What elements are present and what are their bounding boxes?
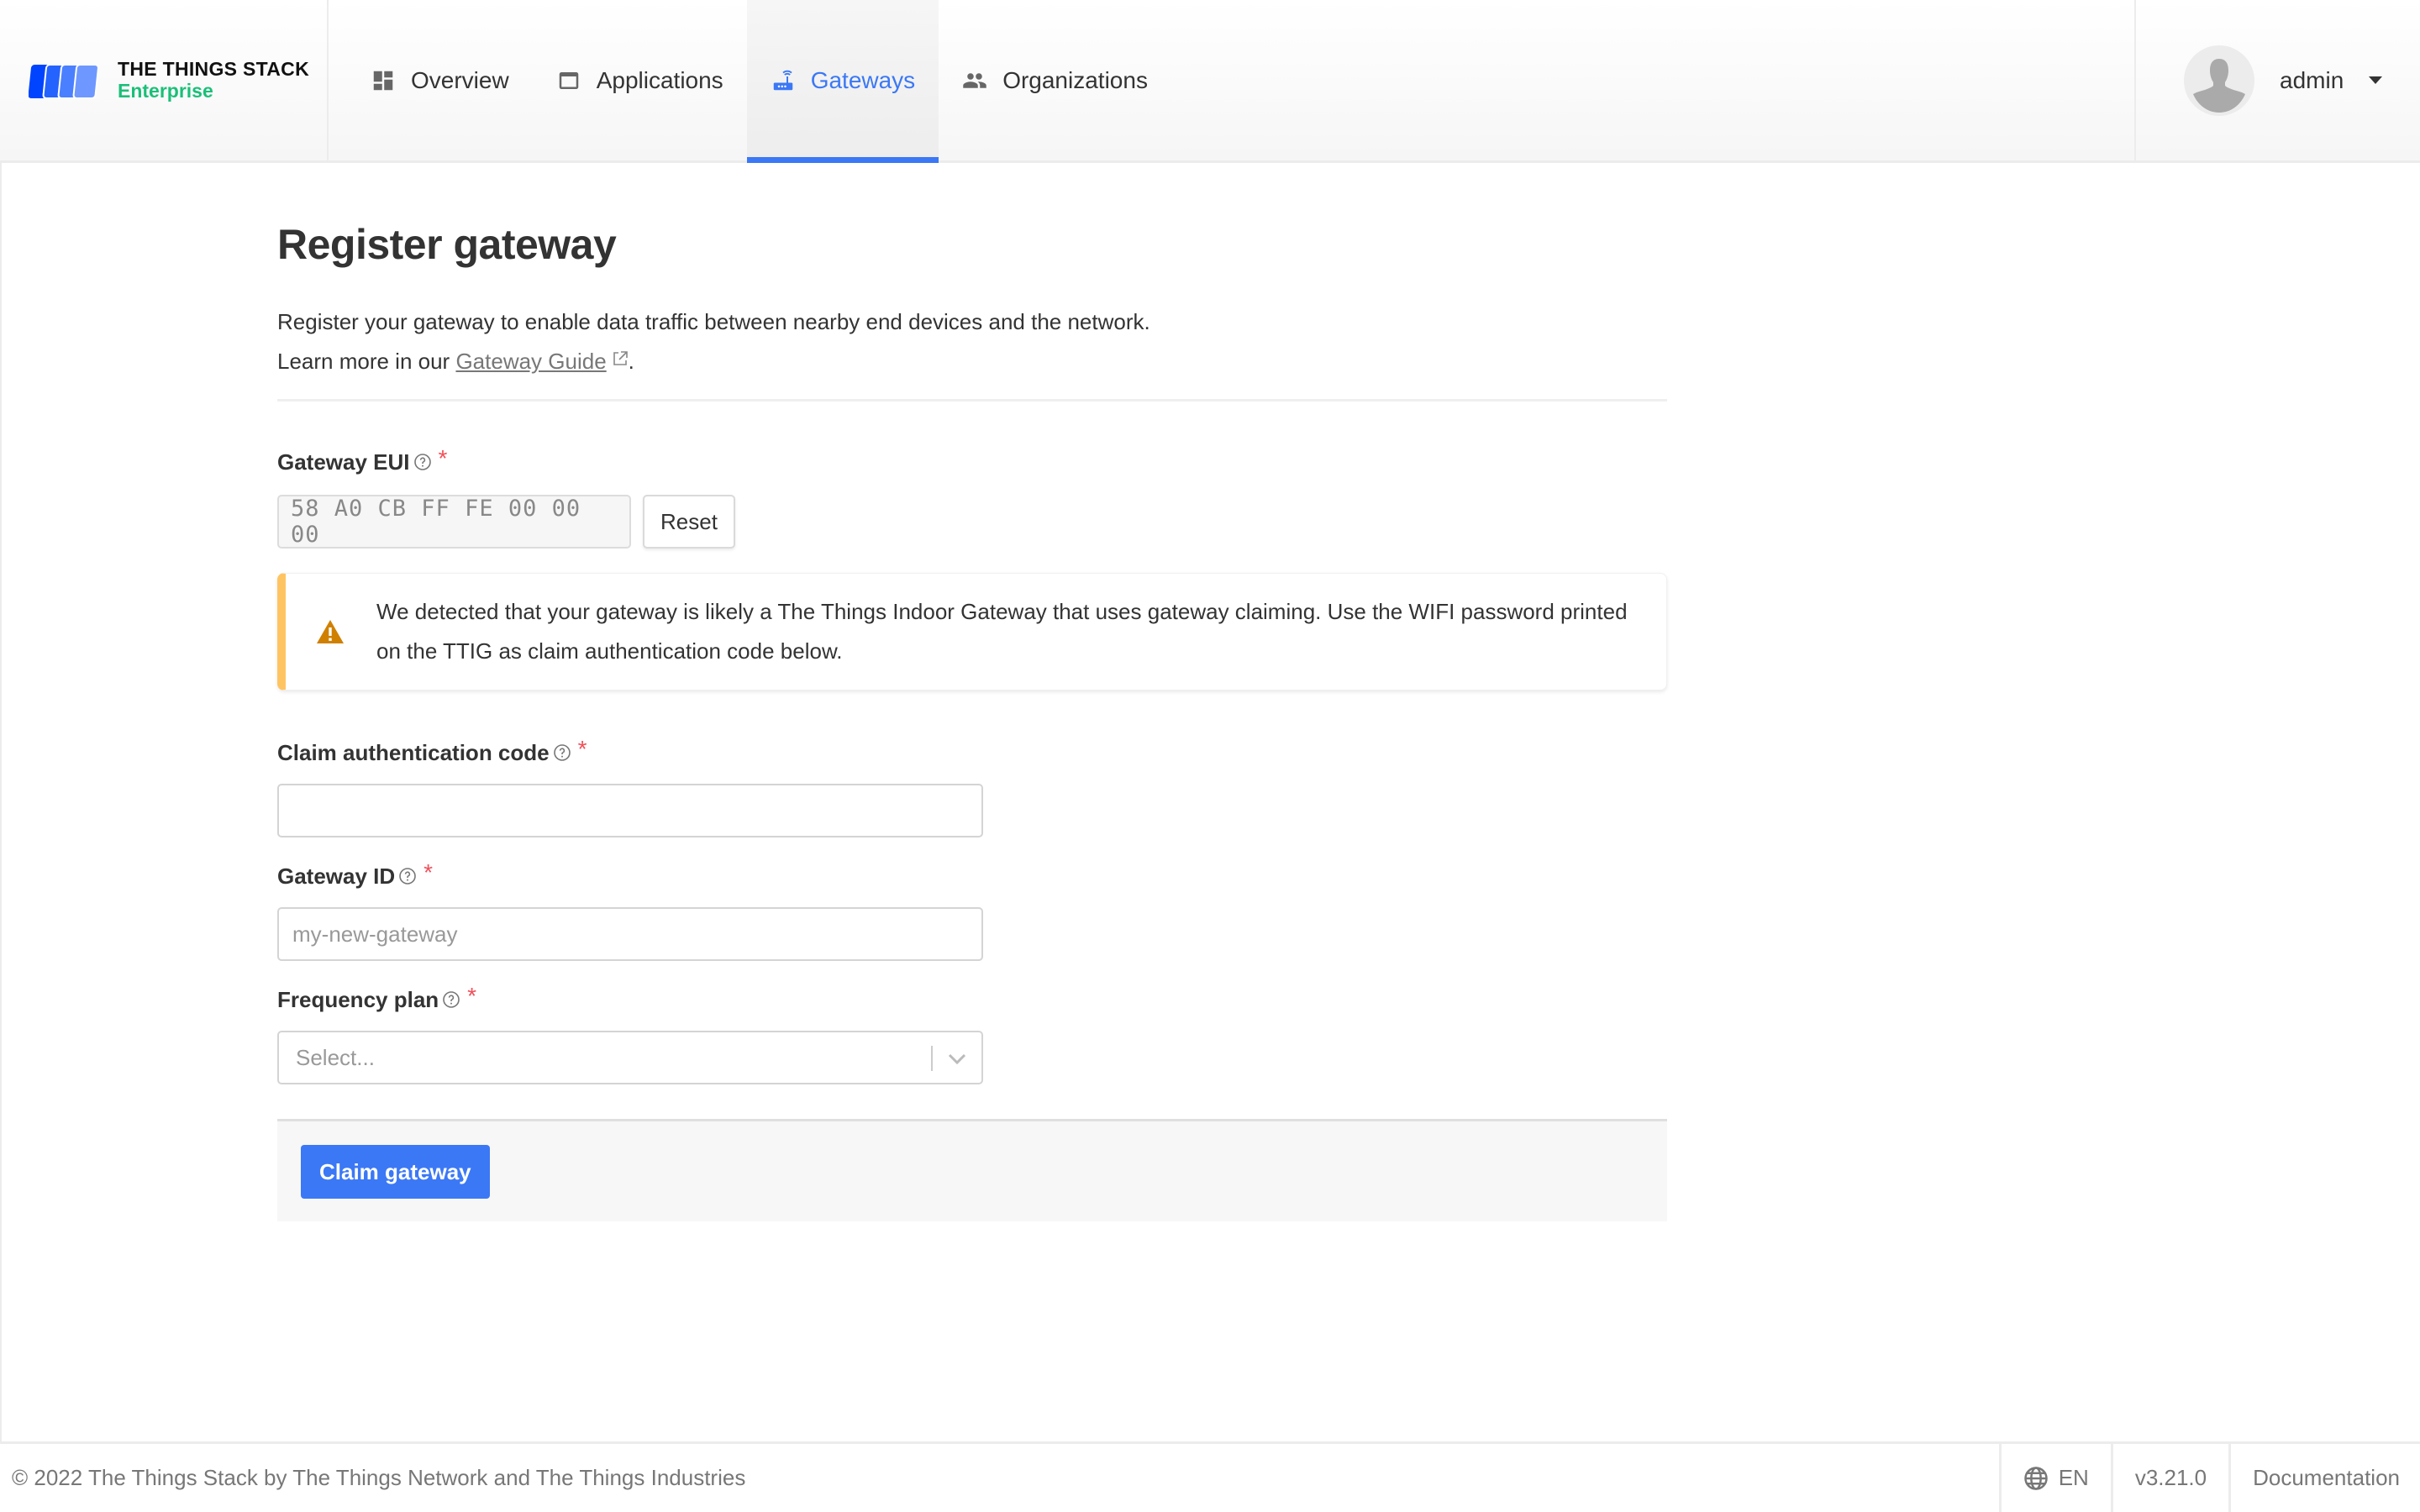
chevron-down-icon[interactable] xyxy=(946,1049,968,1069)
warning-triangle-icon xyxy=(317,620,344,643)
help-circle-icon[interactable] xyxy=(553,743,571,762)
main-nav: Overview Applications Gateways Organizat… xyxy=(329,0,1171,163)
learn-more-line: Learn more in our Gateway Guide. xyxy=(277,342,1150,381)
section-divider xyxy=(277,399,1667,402)
people-icon xyxy=(963,72,986,88)
frequency-plan-label: Frequency plan * xyxy=(277,983,477,1013)
help-circle-icon[interactable] xyxy=(442,990,460,1009)
copyright-text: © 2022 The Things Stack by The Things Ne… xyxy=(12,1465,746,1490)
footer: © 2022 The Things Stack by The Things Ne… xyxy=(0,1441,2420,1512)
nav-item-gateways[interactable]: Gateways xyxy=(746,0,939,163)
nav-label: Applications xyxy=(596,66,723,93)
required-asterisk: * xyxy=(467,983,477,1009)
help-circle-icon[interactable] xyxy=(398,867,417,885)
frequency-plan-placeholder: Select... xyxy=(296,1044,375,1070)
avatar xyxy=(2184,45,2254,116)
required-asterisk: * xyxy=(424,859,434,885)
required-asterisk: * xyxy=(577,736,587,762)
documentation-link[interactable]: Documentation xyxy=(2228,1444,2420,1512)
nav-label: Overview xyxy=(411,66,509,93)
caret-down-icon[interactable] xyxy=(2369,76,2383,84)
gateway-eui-label-text: Gateway EUI xyxy=(277,449,410,475)
learn-more-prefix: Learn more in our xyxy=(277,349,456,374)
gateway-id-label: Gateway ID * xyxy=(277,859,433,890)
nav-item-organizations[interactable]: Organizations xyxy=(939,0,1171,160)
nav-item-overview[interactable]: Overview xyxy=(347,0,533,160)
claim-code-label-text: Claim authentication code xyxy=(277,739,550,765)
warning-notification: We detected that your gateway is likely … xyxy=(277,573,1667,690)
stacked-cards-logo-icon xyxy=(29,63,99,99)
page-description: Register your gateway to enable data tra… xyxy=(277,302,1150,381)
description-text: Register your gateway to enable data tra… xyxy=(277,309,1150,334)
gateway-eui-label: Gateway EUI * xyxy=(277,445,447,475)
claim-gateway-button[interactable]: Claim gateway xyxy=(301,1145,490,1199)
brand-subtitle: Enterprise xyxy=(118,80,213,102)
window-icon xyxy=(559,71,578,89)
submit-bar: Claim gateway xyxy=(277,1119,1667,1221)
select-separator xyxy=(931,1046,933,1071)
help-circle-icon[interactable] xyxy=(413,453,432,471)
required-asterisk: * xyxy=(438,445,448,471)
user-name: admin xyxy=(2280,66,2344,93)
top-header: THE THINGS STACK Enterprise Overview App… xyxy=(0,0,2420,163)
claim-code-label: Claim authentication code * xyxy=(277,736,587,766)
frequency-plan-select[interactable]: Select... xyxy=(277,1031,983,1084)
gateway-guide-link[interactable]: Gateway Guide xyxy=(455,349,606,374)
version-label: v3.21.0 xyxy=(2110,1444,2228,1512)
external-link-icon xyxy=(613,351,628,365)
dashboard-icon xyxy=(373,71,393,90)
nav-label: Organizations xyxy=(1002,66,1148,93)
learn-more-suffix: . xyxy=(628,349,634,374)
brand-title: THE THINGS STACK xyxy=(118,58,309,80)
gateway-id-placeholder: my-new-gateway xyxy=(292,921,458,947)
person-silhouette-icon xyxy=(2193,58,2245,113)
nav-item-applications[interactable]: Applications xyxy=(533,0,747,160)
main-content: Register gateway Register your gateway t… xyxy=(0,163,2420,1443)
page-title: Register gateway xyxy=(277,221,617,268)
globe-icon xyxy=(2023,1466,2048,1490)
gateway-id-label-text: Gateway ID xyxy=(277,863,396,889)
gateway-id-input[interactable]: my-new-gateway xyxy=(277,907,983,961)
language-selector[interactable]: EN xyxy=(1998,1444,2111,1512)
brand-logo-link[interactable]: THE THINGS STACK Enterprise xyxy=(0,0,329,160)
language-label: EN xyxy=(2058,1465,2089,1490)
reset-button[interactable]: Reset xyxy=(643,495,735,549)
user-menu[interactable]: admin xyxy=(2134,0,2420,160)
router-icon xyxy=(773,70,792,90)
notification-text: We detected that your gateway is likely … xyxy=(376,599,1628,664)
gateway-eui-input[interactable]: 58 A0 CB FF FE 00 00 00 xyxy=(277,495,631,549)
nav-label: Gateways xyxy=(810,66,916,93)
claim-code-input[interactable] xyxy=(277,784,983,837)
frequency-plan-label-text: Frequency plan xyxy=(277,986,439,1012)
